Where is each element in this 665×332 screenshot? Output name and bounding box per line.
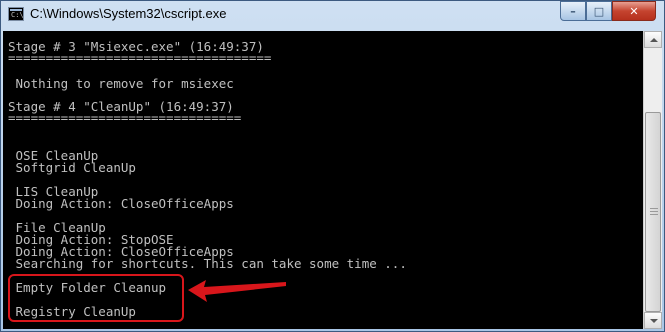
console-app-icon[interactable]: C:\ — [8, 7, 24, 21]
console-line: Doing Action: CloseOfficeApps — [8, 196, 234, 211]
console-line: =============================== — [8, 110, 242, 125]
scroll-thumb[interactable] — [645, 112, 661, 312]
title-bar[interactable]: C:\ C:\Windows\System32\cscript.exe – □ … — [1, 1, 664, 31]
window-title: C:\Windows\System32\cscript.exe — [30, 6, 227, 21]
vertical-scrollbar[interactable] — [643, 31, 662, 329]
red-arrow-annotation — [188, 280, 286, 302]
console-line: Softgrid CleanUp — [8, 160, 136, 175]
console-line: Nothing to remove for msiexec — [8, 76, 234, 91]
maximize-button[interactable]: □ — [586, 1, 612, 21]
window-controls: – □ ✕ — [560, 1, 656, 21]
minimize-button[interactable]: – — [560, 1, 586, 21]
scroll-down-button[interactable] — [644, 312, 662, 329]
highlight-box — [8, 274, 184, 322]
console-line: =================================== — [8, 50, 272, 65]
close-button[interactable]: ✕ — [612, 1, 656, 21]
console-line: Searching for shortcuts. This can take s… — [8, 256, 407, 271]
scroll-up-button[interactable] — [644, 31, 662, 48]
